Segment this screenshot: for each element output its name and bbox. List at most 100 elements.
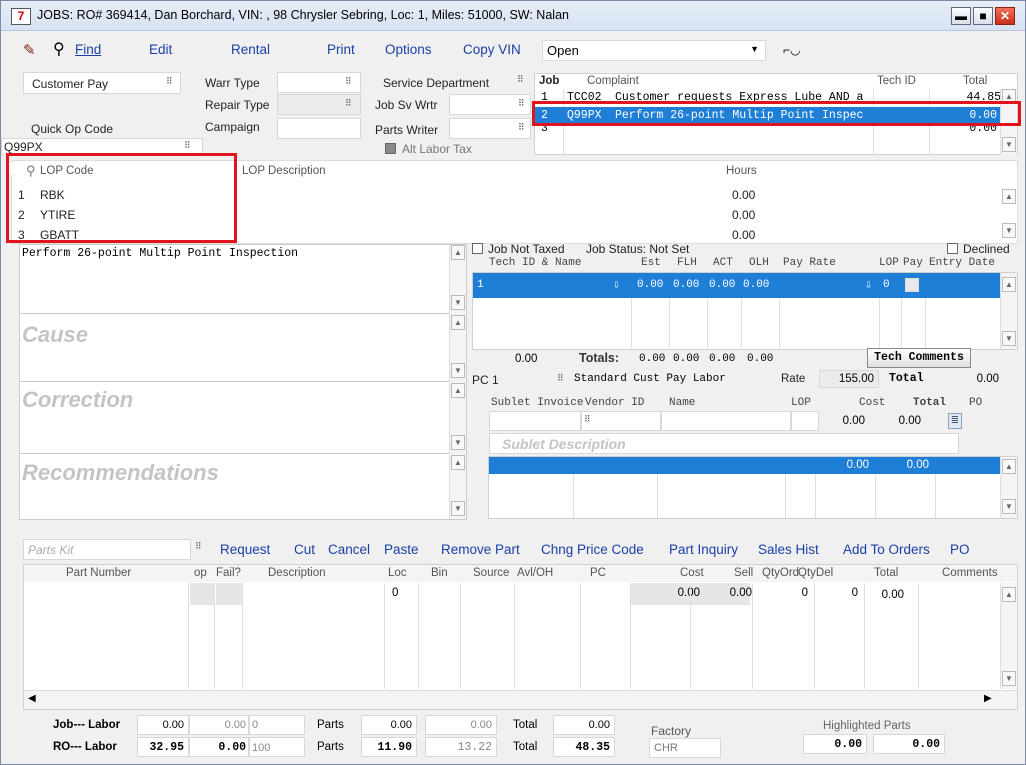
scroll-up-icon[interactable]: ▲ [451, 383, 465, 398]
job-row[interactable]: 3 0.00 [535, 125, 1001, 139]
sublet-description-field[interactable]: Sublet Description [489, 433, 959, 454]
picker-icon[interactable]: ⠿ [517, 74, 524, 85]
scroll-down-icon[interactable]: ▼ [1002, 137, 1016, 152]
job-not-taxed-checkbox[interactable] [472, 243, 483, 254]
rate-field[interactable]: 155.00 [819, 370, 879, 388]
scroll-up-icon[interactable]: ▲ [1002, 459, 1016, 474]
complaint-text[interactable]: Perform 26-point Multip Point Inspection [22, 247, 298, 260]
scroll-up-icon[interactable]: ▲ [1002, 189, 1016, 204]
sublet-row[interactable]: 0.00 0.00 [489, 457, 1001, 474]
sublet-scrollbar[interactable]: ▲ ▼ [1000, 457, 1017, 518]
job-parts2: 0.00 [425, 715, 497, 735]
story-scrollbar[interactable]: ▲ ▼ ▲ ▼ ▲ ▼ ▲ ▼ [449, 245, 466, 519]
highlight-box [532, 101, 1021, 126]
rental-link[interactable]: Rental [231, 42, 270, 57]
sublet-name-field[interactable] [661, 411, 791, 431]
minimize-button[interactable]: ▬ [951, 7, 971, 25]
parts-writer-field[interactable]: ⠿ [449, 118, 531, 139]
factory-field[interactable]: CHR [649, 738, 721, 758]
request-link[interactable]: Request [220, 542, 270, 557]
job-sv-wrtr-field[interactable]: ⠿ [449, 94, 531, 115]
ro-parts-label: Parts [317, 741, 344, 753]
parts-kit-field[interactable]: Parts Kit [23, 539, 191, 560]
alt-labor-tax-checkbox[interactable] [385, 143, 396, 154]
pay-type-field[interactable]: Customer Pay ⠿ [23, 72, 181, 94]
parts-h-scrollbar[interactable]: ◀ ▶ [24, 690, 1017, 709]
scroll-down-icon[interactable]: ▼ [451, 435, 465, 450]
tech-flh: 0.00 [673, 279, 700, 291]
tech-col-name: Tech ID & Name [489, 257, 582, 269]
repair-type-field[interactable]: ⠿ [277, 94, 361, 115]
picker-icon[interactable]: ⠿ [584, 414, 591, 425]
jobs-col-tech: Tech ID [877, 75, 916, 87]
total-label: Total [889, 372, 924, 385]
tech-col-olh: OLH [749, 257, 769, 269]
maximize-button[interactable]: ■ [973, 7, 993, 25]
sublet-lop-field[interactable] [791, 411, 819, 431]
scroll-down-icon[interactable]: ▼ [1002, 223, 1016, 238]
scroll-down-icon[interactable]: ▼ [451, 501, 465, 516]
tech-scrollbar[interactable]: ▲ ▼ [1000, 273, 1017, 349]
scroll-right-icon[interactable]: ▶ [984, 693, 992, 704]
scroll-left-icon[interactable]: ◀ [28, 693, 36, 704]
tech-grid-header: Tech ID & Name Est FLH ACT OLH Pay Rate … [489, 257, 1009, 271]
cut-link[interactable]: Cut [294, 542, 315, 557]
picker-icon[interactable]: ⠿ [166, 76, 173, 87]
paste-link[interactable]: Paste [384, 542, 419, 557]
parts-v-scrollbar[interactable]: ▲ ▼ [1000, 583, 1017, 689]
picker-icon[interactable]: ⠿ [345, 98, 352, 109]
scroll-down-icon[interactable]: ▼ [1002, 331, 1016, 346]
scroll-down-icon[interactable]: ▼ [451, 363, 465, 378]
edit-link[interactable]: Edit [149, 42, 172, 57]
scroll-up-icon[interactable]: ▲ [451, 315, 465, 330]
part-inquiry-link[interactable]: Part Inquiry [669, 542, 738, 557]
picker-icon[interactable]: ⠿ [345, 76, 352, 87]
status-dropdown[interactable]: Open ▼ [542, 40, 766, 61]
picker-icon[interactable]: ⠿ [518, 122, 525, 133]
picker-icon[interactable]: ⠿ [195, 541, 202, 552]
sales-hist-link[interactable]: Sales Hist [758, 542, 819, 557]
add-to-orders-link[interactable]: Add To Orders [843, 542, 930, 557]
tech-row[interactable]: 1 ⇩ 0.00 0.00 0.00 0.00 ⇩ 0 [473, 273, 1001, 298]
scroll-up-icon[interactable]: ▲ [1002, 277, 1016, 292]
close-button[interactable]: ✕ [995, 7, 1015, 25]
parts-row[interactable]: 0 0.00 0.00 0 0 0.00 [24, 583, 999, 605]
options-link[interactable]: Options [385, 42, 432, 57]
sublet-invoice-field[interactable] [489, 411, 581, 431]
title-bar: 7 JOBS: RO# 369414, Dan Borchard, VIN: ,… [1, 1, 1025, 31]
sublet-row-total: 0.00 [906, 459, 929, 471]
factory-label: Factory [651, 724, 692, 738]
glasses-icon[interactable]: ⌐◡ [783, 43, 800, 57]
chng-price-code-link[interactable]: Chng Price Code [541, 542, 644, 557]
scroll-down-icon[interactable]: ▼ [451, 295, 465, 310]
scroll-up-icon[interactable]: ▲ [451, 455, 465, 470]
remove-part-link[interactable]: Remove Part [441, 542, 520, 557]
scroll-up-icon[interactable]: ▲ [1002, 587, 1016, 602]
scroll-down-icon[interactable]: ▼ [1002, 499, 1016, 514]
print-link[interactable]: Print [327, 42, 355, 57]
sublet-vendor-field[interactable]: ⠿ [581, 411, 661, 431]
scroll-up-icon[interactable]: ▲ [451, 245, 465, 260]
po-document-icon[interactable]: ≣ [948, 413, 962, 429]
parts-row-qtydel: 0 [851, 587, 858, 599]
status-value: Open [547, 43, 579, 58]
pay-checkbox[interactable] [905, 278, 919, 292]
declined-checkbox[interactable] [947, 243, 958, 254]
tech-comments-button[interactable]: Tech Comments [867, 348, 971, 368]
campaign-field[interactable] [277, 118, 361, 139]
warr-type-field[interactable]: ⠿ [277, 72, 361, 93]
picker-icon[interactable]: ⠿ [184, 140, 191, 151]
copy-vin-link[interactable]: Copy VIN [463, 42, 521, 57]
picker-icon[interactable]: ⇩ [865, 277, 872, 292]
job-num: 3 [541, 125, 548, 135]
picker-icon[interactable]: ⠿ [518, 98, 525, 109]
cancel-link[interactable]: Cancel [328, 542, 370, 557]
po-link[interactable]: PO [950, 542, 970, 557]
picker-icon[interactable]: ⇩ [613, 277, 620, 292]
edit-pencil-icon[interactable]: ✎ [23, 41, 36, 59]
picker-icon[interactable]: ⠿ [557, 373, 564, 384]
find-link[interactable]: Find [75, 42, 101, 57]
search-icon[interactable]: ⚲ [53, 39, 65, 59]
warr-type-label: Warr Type [205, 76, 260, 90]
scroll-down-icon[interactable]: ▼ [1002, 671, 1016, 686]
